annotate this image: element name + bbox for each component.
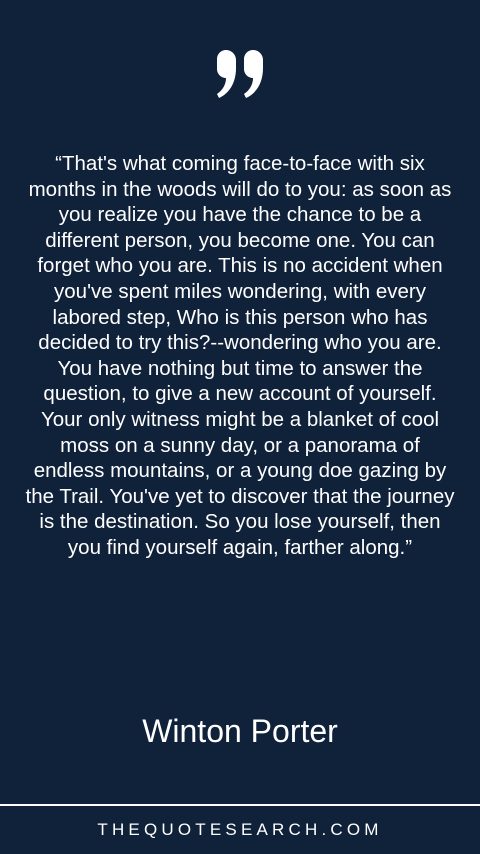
footer-divider [0,804,480,806]
quote-text: “That's what coming face-to-face with si… [25,152,455,559]
closing-quote-icon [0,50,480,102]
site-link[interactable]: THEQUOTESEARCH.COM [0,818,480,842]
quote-author: Winton Porter [142,713,338,749]
quote-mark-icon [217,50,263,98]
